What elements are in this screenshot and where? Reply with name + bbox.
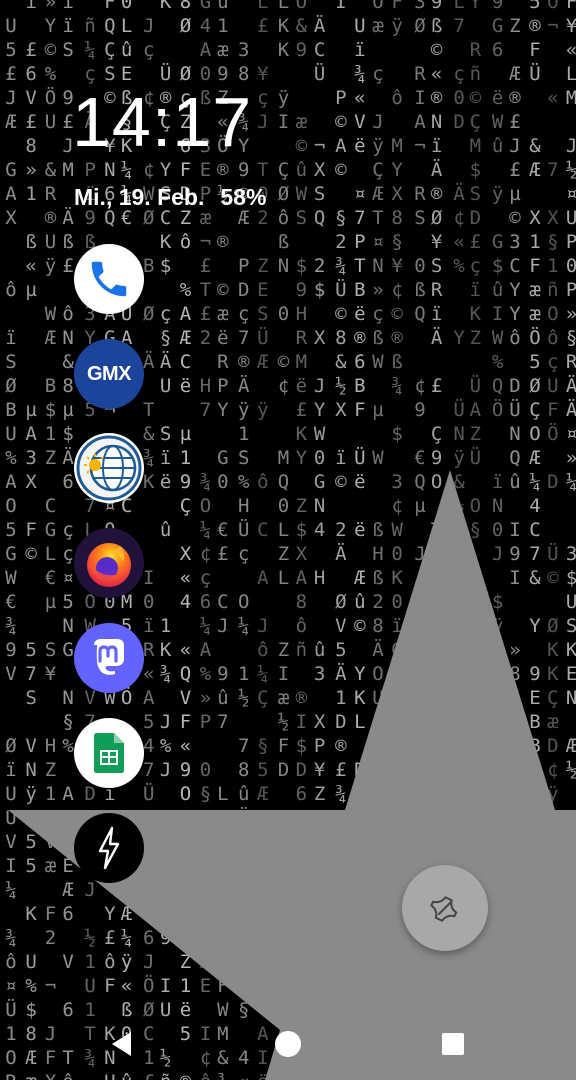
gray-star-overlay — [8, 470, 576, 1080]
sticky-note-icon — [430, 896, 458, 922]
power-app-icon[interactable] — [74, 813, 144, 883]
floating-action-button[interactable] — [402, 865, 488, 951]
recents-icon — [442, 1033, 464, 1055]
back-icon — [112, 1032, 131, 1056]
nav-back-button[interactable] — [102, 1024, 142, 1064]
lockscreen: U 5 £ J Æ G A X ô ï S Ø B U % A O 5 G W … — [0, 0, 576, 1080]
home-icon — [275, 1031, 301, 1057]
nav-home-button[interactable] — [268, 1024, 308, 1064]
nav-recents-button[interactable] — [433, 1024, 473, 1064]
lightning-icon — [98, 826, 120, 870]
